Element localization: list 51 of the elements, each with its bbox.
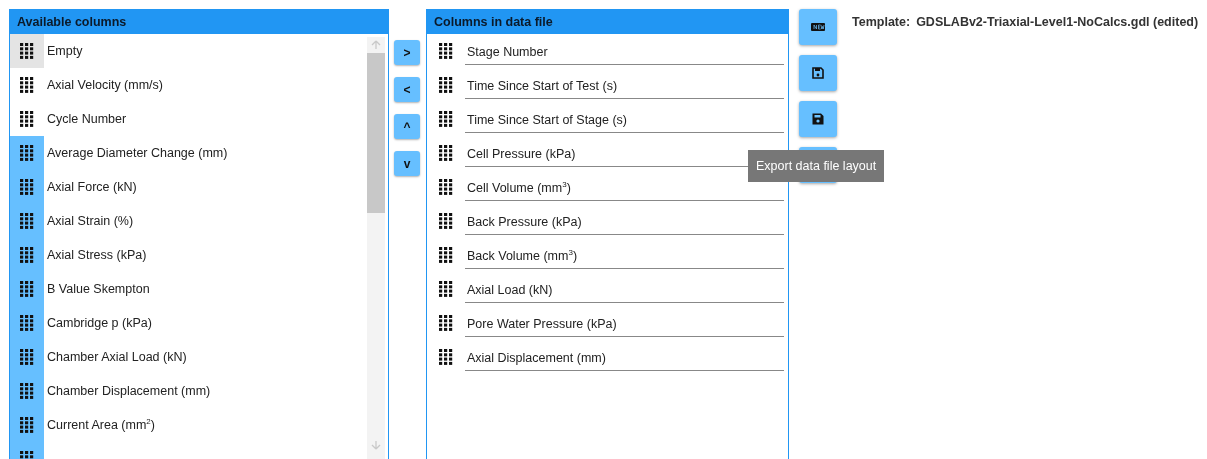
move-button[interactable]: v (394, 151, 420, 176)
move-button[interactable]: ^ (394, 114, 420, 139)
list-item[interactable]: B Value Skempton (10, 272, 367, 306)
move-button[interactable]: < (394, 77, 420, 102)
column-name-field[interactable]: Stage Number (465, 37, 784, 65)
toolbar-button[interactable] (799, 55, 837, 91)
list-item[interactable]: Cambridge p (kPa) (10, 306, 367, 340)
column-name: Axial Stress (kPa) (47, 248, 147, 262)
list-item[interactable]: Current Area (mm$^{2}$) (10, 408, 367, 442)
scrollbar[interactable] (367, 37, 385, 459)
column-name-field[interactable]: Axial Displacement (mm) (465, 343, 784, 371)
list-item[interactable]: Axial Strain (%) (10, 204, 367, 238)
panel-header: Available columns (10, 10, 388, 34)
list-item[interactable]: Axial Velocity (mm/s) (10, 68, 367, 102)
template-name: GDSLABv2-Triaxial-Level1-NoCalcs.gdl (edited) (916, 15, 1199, 29)
new-file-icon (811, 23, 825, 31)
column-name: Axial Strain (%) (47, 214, 134, 228)
column-name: Axial Force (kN) (47, 180, 137, 194)
column-name-field[interactable]: Time Since Start of Test (s) (465, 71, 784, 99)
list-item[interactable]: Axial Force (kN) (10, 170, 367, 204)
toolbar-button[interactable] (799, 101, 837, 137)
list-item[interactable]: Empty (10, 34, 367, 68)
column-name: Axial Velocity (mm/s) (47, 78, 163, 92)
drag-handle-icon[interactable] (10, 136, 44, 170)
save-icon (812, 113, 824, 125)
column-name: B Value Skempton (47, 282, 150, 296)
column-name: Current Area (mm$^{2}$) (47, 418, 155, 432)
list-item[interactable]: Chamber Displacement (mm) (10, 374, 367, 408)
column-name: Cambridge p (kPa) (47, 316, 152, 330)
toolbar-button[interactable] (799, 9, 837, 45)
column-name: Chamber Axial Load (kN) (47, 350, 187, 364)
list-item[interactable]: Axial Stress (kPa) (10, 238, 367, 272)
column-name: Cycle Number (47, 112, 127, 126)
list-item[interactable]: Average Diameter Change (mm) (10, 136, 367, 170)
template-label: Template: (852, 15, 911, 29)
panel-header: Columns in data file (427, 10, 788, 34)
list-item[interactable]: Chamber Axial Load (kN) (10, 340, 367, 374)
list-item[interactable]: Cycle Number (10, 102, 367, 136)
column-name: Empty (47, 44, 83, 58)
column-name-field[interactable]: Axial Load (kN) (465, 275, 784, 303)
tooltip: Export data file layout (748, 150, 885, 182)
column-name-field[interactable]: Back Volume (mm$^{3}$) (465, 241, 784, 269)
column-name-field[interactable]: Back Pressure (kPa) (465, 207, 784, 235)
move-button[interactable]: > (394, 40, 420, 65)
column-name: Average Diameter Change (mm) (47, 146, 228, 160)
drag-handle-icon[interactable] (10, 34, 44, 68)
save-icon (812, 67, 824, 79)
column-name-field[interactable]: Pore Water Pressure (kPa) (465, 309, 784, 337)
scroll-thumb[interactable] (367, 53, 385, 213)
column-name: Chamber Displacement (mm) (47, 384, 211, 398)
column-name-field[interactable]: Time Since Start of Stage (s) (465, 105, 784, 133)
